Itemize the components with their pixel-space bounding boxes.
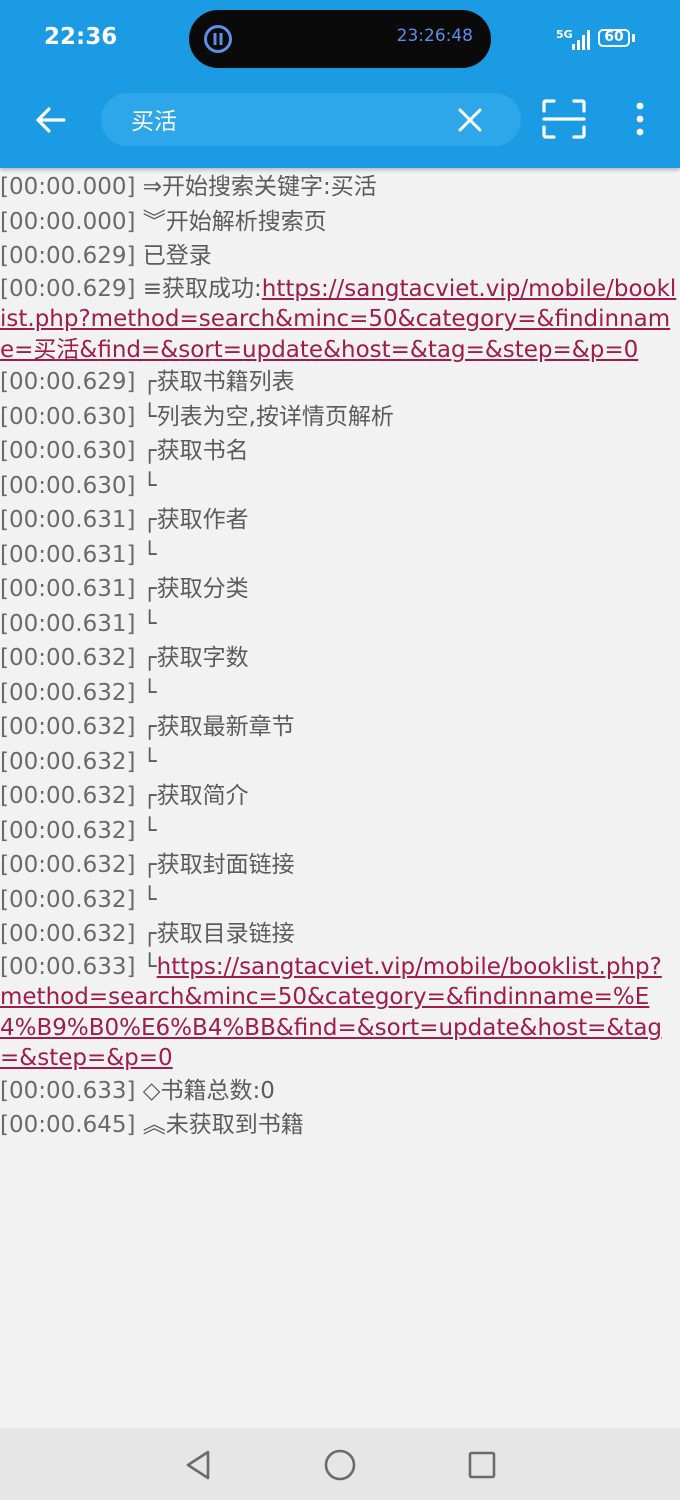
log-line: [00:00.629] ≡获取成功:https://sangtacviet.vi… xyxy=(0,274,680,366)
log-line: [00:00.632] ┌获取字数 xyxy=(0,641,680,676)
log-line: [00:00.632] └ xyxy=(0,883,680,918)
log-timestamp: [00:00.629] xyxy=(0,369,136,395)
log-text: ┌获取目录链接 xyxy=(135,921,295,947)
log-timestamp: [00:00.630] xyxy=(0,472,136,499)
dynamic-island[interactable]: 23:26:48 xyxy=(189,10,491,68)
log-line: [00:00.630] └列表为空,按详情页解析 xyxy=(0,400,680,435)
log-text: ┌获取作者 xyxy=(135,507,249,533)
arrow-left-icon[interactable] xyxy=(28,98,72,142)
log-line: [00:00.629] ┌获取书籍列表 xyxy=(0,365,680,400)
log-line: [00:00.633] └https://sangtacviet.vip/mob… xyxy=(0,952,680,1074)
battery-icon: 60 xyxy=(598,29,630,47)
log-timestamp: [00:00.631] xyxy=(0,541,136,568)
log-timestamp: [00:00.630] xyxy=(0,438,136,464)
search-box[interactable] xyxy=(101,93,521,146)
log-line: [00:00.632] └ xyxy=(0,814,680,849)
log-timestamp: [00:00.645] xyxy=(0,1112,136,1138)
log-line: [00:00.632] ┌获取目录链接 xyxy=(0,917,680,952)
log-line: [00:00.630] ┌获取书名 xyxy=(0,434,680,469)
log-line: [00:00.632] ┌获取简介 xyxy=(0,779,680,814)
log-text: ≡获取成功: xyxy=(135,275,262,302)
log-text: └列表为空,按详情页解析 xyxy=(135,403,394,430)
log-line: [00:00.632] ┌获取封面链接 xyxy=(0,848,680,883)
triangle-back-icon[interactable] xyxy=(182,1448,216,1482)
log-text: └ xyxy=(135,953,157,980)
pause-icon[interactable] xyxy=(203,24,233,54)
circle-home-icon[interactable] xyxy=(322,1447,358,1483)
status-icons: 5G 60 xyxy=(556,26,646,52)
island-timer: 23:26:48 xyxy=(396,26,473,46)
log-line: [00:00.630] └ xyxy=(0,469,680,504)
log-text: └ xyxy=(135,817,157,844)
log-timestamp: [00:00.000] xyxy=(0,174,136,200)
log-timestamp: [00:00.632] xyxy=(0,783,136,809)
log-line: [00:00.631] ┌获取作者 xyxy=(0,503,680,538)
log-line: [00:00.633] ◇书籍总数:0 xyxy=(0,1074,680,1109)
log-timestamp: [00:00.631] xyxy=(0,507,136,533)
app-bar: 22:36 23:26:48 5G 60 xyxy=(0,0,680,168)
log-line: [00:00.632] ┌获取最新章节 xyxy=(0,710,680,745)
log-text: └ xyxy=(135,886,157,913)
scan-icon[interactable] xyxy=(540,97,588,141)
battery-level: 60 xyxy=(604,29,624,45)
status-bar: 22:36 23:26:48 5G 60 xyxy=(0,0,680,78)
log-line: [00:00.631] └ xyxy=(0,607,680,642)
battery-nub xyxy=(632,34,635,42)
log-text: 已登录 xyxy=(135,243,212,269)
log-timestamp: [00:00.632] xyxy=(0,714,136,740)
log-timestamp: [00:00.633] xyxy=(0,953,136,980)
log-text: ┌获取书名 xyxy=(135,438,249,464)
close-icon[interactable] xyxy=(455,105,485,135)
log-line: [00:00.000] ︾开始解析搜索页 xyxy=(0,205,680,240)
log-timestamp: [00:00.633] xyxy=(0,1077,136,1104)
log-timestamp: [00:00.000] xyxy=(0,208,136,235)
log-text: ︾开始解析搜索页 xyxy=(135,208,327,235)
log-line: [00:00.632] └ xyxy=(0,676,680,711)
log-timestamp: [00:00.632] xyxy=(0,645,136,671)
log-text: └ xyxy=(135,679,157,706)
log-text: ⇒开始搜索关键字:买活 xyxy=(135,174,377,200)
log-text: ┌获取简介 xyxy=(135,783,249,809)
log-timestamp: [00:00.632] xyxy=(0,921,136,947)
log-timestamp: [00:00.632] xyxy=(0,748,136,775)
log-timestamp: [00:00.629] xyxy=(0,243,136,269)
square-recents-icon[interactable] xyxy=(466,1449,498,1481)
status-time: 22:36 xyxy=(44,24,118,50)
log-text: └ xyxy=(135,541,157,568)
log-timestamp: [00:00.632] xyxy=(0,817,136,844)
log-timestamp: [00:00.632] xyxy=(0,679,136,706)
log-text: ┌获取分类 xyxy=(135,576,249,602)
search-input[interactable] xyxy=(131,102,441,136)
log-timestamp: [00:00.629] xyxy=(0,275,136,302)
log-timestamp: [00:00.632] xyxy=(0,852,136,878)
log-text: ┌获取封面链接 xyxy=(135,852,295,878)
log-timestamp: [00:00.632] xyxy=(0,886,136,913)
log-line: [00:00.632] └ xyxy=(0,745,680,780)
log-line: [00:00.631] ┌获取分类 xyxy=(0,572,680,607)
log-text: ︽未获取到书籍 xyxy=(135,1112,304,1138)
log-timestamp: [00:00.631] xyxy=(0,576,136,602)
log-text: └ xyxy=(135,748,157,775)
log-line: [00:00.645] ︽未获取到书籍 xyxy=(0,1108,680,1143)
log-line: [00:00.631] └ xyxy=(0,538,680,573)
system-nav-bar xyxy=(0,1428,680,1500)
log-line: [00:00.629] 已登录 xyxy=(0,239,680,274)
signal-icon xyxy=(572,30,590,50)
log-text: └ xyxy=(135,472,157,499)
log-text: ┌获取字数 xyxy=(135,645,249,671)
log-line: [00:00.000] ⇒开始搜索关键字:买活 xyxy=(0,170,680,205)
log-timestamp: [00:00.630] xyxy=(0,403,136,430)
log-timestamp: [00:00.631] xyxy=(0,610,136,637)
log-text: ┌获取书籍列表 xyxy=(135,369,295,395)
log-text: ◇书籍总数:0 xyxy=(135,1077,275,1104)
log-text: ┌获取最新章节 xyxy=(135,714,295,740)
log-list: [00:00.000] ⇒开始搜索关键字:买活 [00:00.000] ︾开始解… xyxy=(0,170,680,1143)
log-text: └ xyxy=(135,610,157,637)
more-vert-icon[interactable] xyxy=(626,99,654,139)
